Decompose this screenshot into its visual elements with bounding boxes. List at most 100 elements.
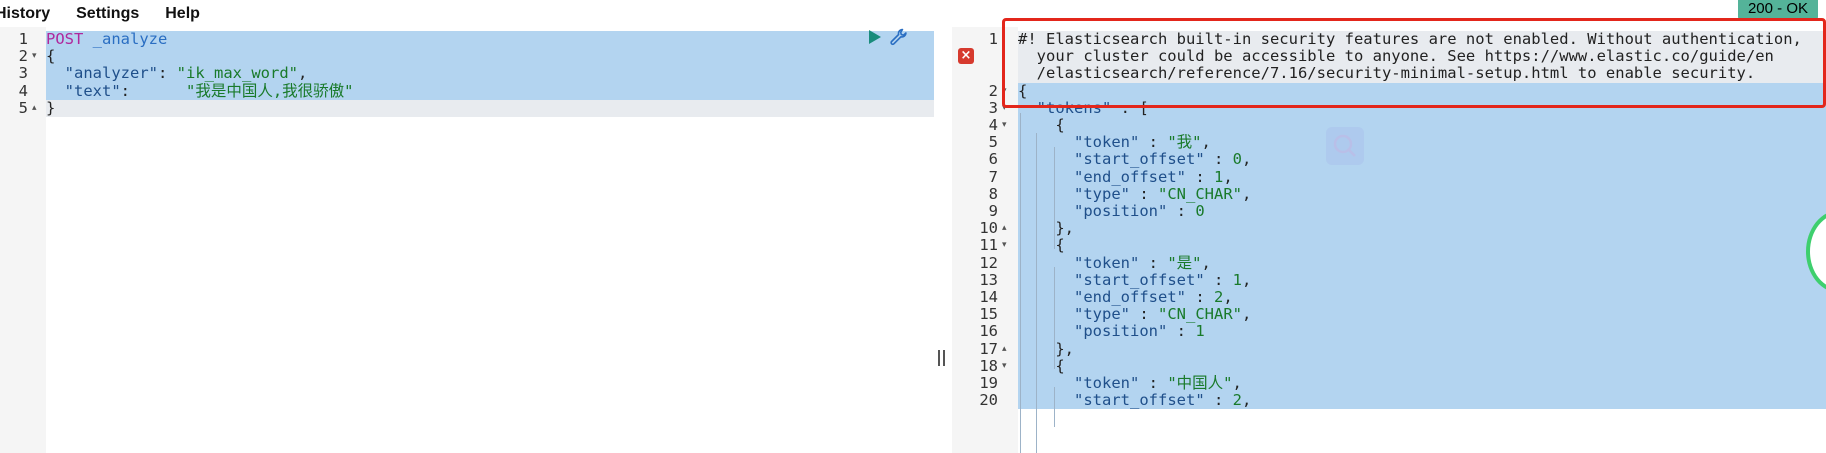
token-pun [1018,150,1074,168]
token-key: "token" [1074,253,1140,272]
response-line[interactable]: { [1018,357,1826,375]
token-pun: , [1242,184,1252,203]
line-number: 5 [988,133,998,152]
line-number: 9 [988,202,998,220]
menu-help[interactable]: Help [165,5,200,22]
response-line[interactable]: { [1018,82,1826,100]
response-line[interactable]: { [1018,116,1826,135]
token-pun: , [298,64,308,83]
token-pun [1018,168,1074,186]
token-pun: { [46,47,56,66]
token-key: "text" [64,81,121,100]
line-number: 17 [979,339,998,358]
line-number: 4 [988,116,998,134]
request-editor[interactable]: POST _analyze{ "analyzer": "ik_max_word"… [0,27,934,453]
token-key: "end_offset" [1074,288,1186,306]
indent-guide [1054,147,1055,249]
response-line[interactable]: "position" : 0 [1018,202,1826,221]
response-line[interactable]: "token" : "是", [1018,253,1826,272]
token-key: "start_offset" [1074,270,1205,289]
indent-guide [1054,387,1055,427]
token-kw: POST [46,30,84,48]
token-str: "CN_CHAR" [1158,305,1242,324]
token-pun [1018,288,1074,306]
request-line[interactable]: } [46,98,934,117]
token-pun: , [1223,288,1233,306]
line-number: 20 [979,391,998,410]
token-key: "token" [1074,374,1140,392]
fold-toggle-icon[interactable]: ▾ [1002,100,1007,117]
token-pun: : [1204,391,1233,410]
response-line[interactable]: #! Elasticsearch built-in security featu… [1018,30,1826,49]
response-line[interactable]: { [1018,237,1826,255]
pane-resize-handle[interactable] [938,350,946,366]
fold-toggle-icon[interactable]: ▴ [1002,341,1007,358]
response-line[interactable]: "type" : "CN_CHAR", [1018,305,1826,324]
response-line[interactable]: "end_offset" : 1, [1018,167,1826,186]
line-number: 2 [988,81,998,100]
token-pun: , [1242,391,1252,410]
response-line[interactable]: "start_offset" : 0, [1018,150,1826,169]
response-line[interactable]: "tokens" : [ [1018,98,1826,117]
line-number: 10 [979,219,998,238]
token-pun [1018,305,1074,323]
token-pun: , [1201,253,1211,272]
fold-toggle-icon[interactable]: ▾ [32,48,37,65]
token-pun: : [1185,167,1214,186]
fold-toggle-icon[interactable]: ▾ [1002,83,1007,100]
token-pun [1018,322,1074,340]
response-line[interactable]: /elasticsearch/reference/7.16/security-m… [1018,65,1826,83]
menu-settings[interactable]: Settings [76,5,139,22]
token-pun [83,30,92,48]
response-line[interactable]: "start_offset" : 2, [1018,391,1826,410]
response-line[interactable]: "type" : "CN_CHAR", [1018,184,1826,203]
token-str: "是" [1167,253,1202,272]
response-line[interactable]: your cluster could be accessible to anyo… [1018,48,1826,66]
token-key: "start_offset" [1074,391,1205,410]
fold-toggle-icon[interactable]: ▴ [32,100,37,117]
response-line[interactable]: "token" : "中国人", [1018,374,1826,393]
token-key: "type" [1074,184,1130,203]
error-icon[interactable]: × [958,48,974,64]
search-icon[interactable] [1326,127,1364,165]
line-number: 1 [18,30,28,48]
line-number [952,65,998,82]
response-line[interactable]: "position" : 1 [1018,322,1826,341]
response-line[interactable]: "start_offset" : 1, [1018,270,1826,289]
fold-toggle-icon[interactable]: ▾ [1002,117,1007,134]
indent-guide [1020,113,1021,453]
token-str: "ik_max_word" [176,64,298,83]
request-code[interactable]: POST _analyze{ "analyzer": "ik_max_word"… [46,27,934,453]
line-number: 3 [988,98,998,117]
token-key: "tokens" [1036,98,1112,117]
token-pun [1018,271,1074,289]
response-line[interactable]: }, [1018,340,1826,358]
token-pun: } [46,98,56,117]
menu-history[interactable]: History [0,5,50,22]
token-pun: : [1167,202,1196,220]
token-pun: : [ [1111,98,1149,117]
response-line[interactable]: }, [1018,220,1826,238]
response-code[interactable]: #! Elasticsearch built-in security featu… [1018,27,1826,453]
menu-bar: History Settings Help 200 - OK [0,0,1826,27]
response-line[interactable]: "end_offset" : 2, [1018,288,1826,307]
line-number: 5 [18,98,28,117]
fold-toggle-icon[interactable]: ▾ [1002,358,1007,375]
request-line[interactable]: POST _analyze [46,30,934,49]
token-key: "end_offset" [1074,167,1186,186]
request-line[interactable]: { [46,47,934,66]
line-number: 18 [979,356,998,375]
token-pun: : [1185,288,1214,306]
line-number: 15 [979,305,998,324]
status-badge: 200 - OK [1737,0,1818,20]
fold-toggle-icon[interactable]: ▴ [1002,220,1007,237]
response-line[interactable]: "token" : "我", [1018,134,1826,152]
request-line[interactable]: "text": "我是中国人,我很骄傲" [46,81,934,100]
token-str: "CN_CHAR" [1158,184,1242,203]
play-icon[interactable] [866,29,882,45]
response-viewer[interactable]: #! Elasticsearch built-in security featu… [952,27,1826,453]
token-pun [1018,202,1074,220]
fold-toggle-icon[interactable]: ▾ [1002,237,1007,254]
request-line[interactable]: "analyzer": "ik_max_word", [46,64,934,83]
wrench-icon[interactable] [889,27,909,47]
